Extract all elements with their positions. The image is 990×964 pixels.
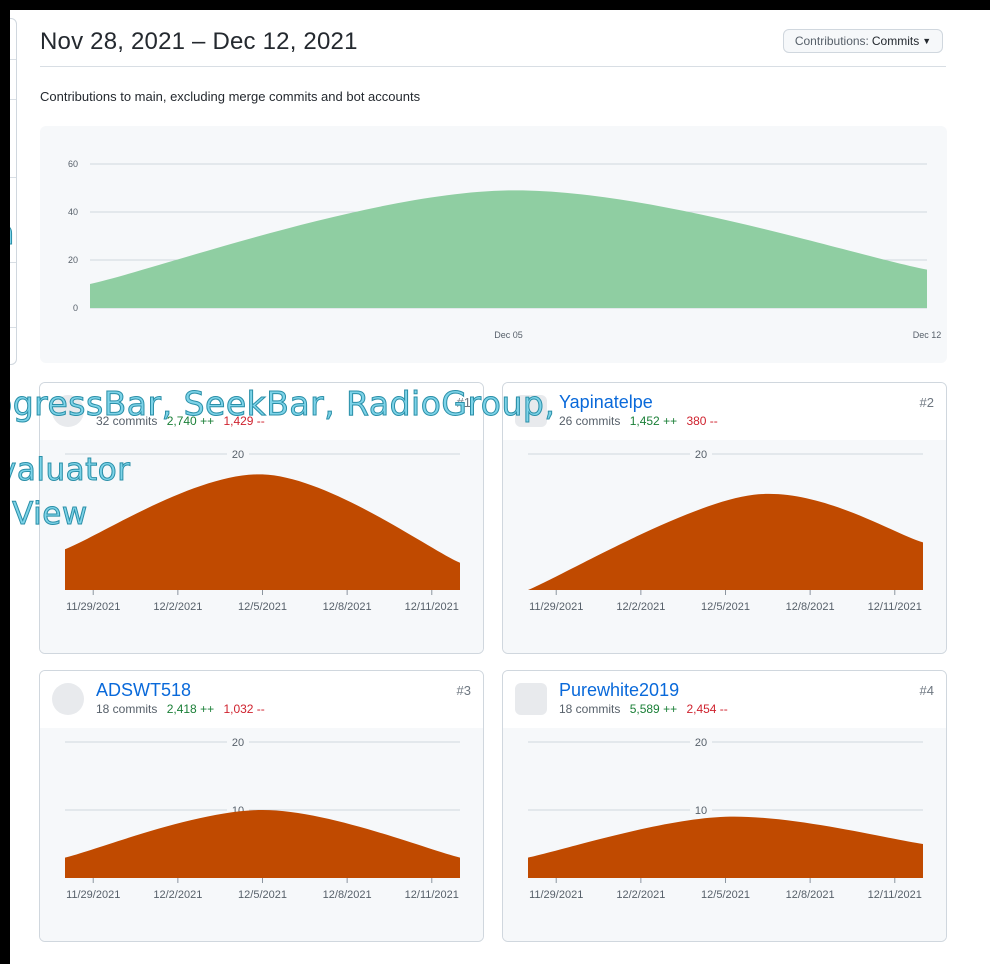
commits-area: [90, 190, 927, 308]
contributor-stats: 18 commits 2,418 ++ 1,032 --: [96, 702, 265, 716]
deletions-count: 1,429 --: [223, 414, 265, 428]
deletions-count: 1,032 --: [223, 702, 265, 716]
overall-chart-svg: 0 20 40 60 Dec 05 Dec 12: [68, 159, 942, 340]
contributor-card-header: ADSWT518 18 commits 2,418 ++ 1,032 -- #3: [40, 671, 483, 729]
y-tick-label: 60: [68, 159, 78, 169]
page-title: Nov 28, 2021 – Dec 12, 2021: [40, 28, 358, 55]
x-tick-label: 12/5/2021: [238, 889, 287, 901]
y-tick-label: 0: [73, 303, 78, 313]
commit-count[interactable]: 18 commits: [559, 702, 620, 716]
x-tick-label: 12/8/2021: [323, 889, 372, 901]
contributor-chart-svg: 10 20 11/29/2021 12/2/2021 12/5/2021 12/8/202…: [528, 735, 923, 901]
contributor-name[interactable]: Yapinatelpe: [559, 392, 653, 413]
avatar[interactable]: [515, 683, 547, 715]
contributor-chart-svg: 102011/29/2021 12/2/2021 12/5/2021 12/8/202…: [65, 735, 460, 901]
chart-subtitle: Contributions to main, excluding merge c…: [40, 89, 421, 104]
contributor-commits-area: [65, 810, 460, 878]
x-tick-label: 12/8/2021: [786, 601, 835, 613]
contributor-card-header: Yapinatelpe 26 commits 1,452 ++ 380 -- #…: [503, 383, 946, 441]
top-border: [0, 0, 990, 10]
x-tick-label: 12/2/2021: [616, 601, 665, 613]
x-tick-label: 11/29/2021: [529, 601, 583, 613]
contributor-card: Purewhite2019 18 commits 5,589 ++ 2,454 …: [502, 670, 947, 942]
x-tick-label: 12/11/2021: [868, 601, 922, 613]
x-tick-label: 12/2/2021: [616, 889, 665, 901]
rank-badge: #1: [456, 395, 471, 410]
y-tick-label: 20: [232, 737, 244, 749]
dropdown-prefix: Contributions:: [794, 34, 869, 48]
additions-count: 1,452 ++: [629, 414, 678, 428]
commit-count[interactable]: 32 commits: [96, 414, 157, 428]
rank-badge: #4: [919, 683, 934, 698]
y-tick-label: 20: [68, 255, 78, 265]
x-tick-label: 12/2/2021: [153, 601, 202, 613]
x-tick-label: 12/8/2021: [786, 889, 835, 901]
x-tick-label: Dec 05: [494, 330, 523, 340]
x-tick-label: Dec 12: [913, 330, 942, 340]
y-tick-label: 20: [695, 737, 707, 749]
left-border: [0, 0, 10, 964]
y-tick-label: 10: [695, 805, 707, 817]
contributor-commits-area: [528, 493, 923, 590]
commit-count[interactable]: 18 commits: [96, 702, 157, 716]
rank-badge: #2: [919, 395, 934, 410]
x-tick-label: 12/5/2021: [701, 889, 750, 901]
deletions-count: 2,454 --: [686, 702, 728, 716]
additions-count: 5,589 ++: [629, 702, 678, 716]
contributor-name[interactable]: Purewhite2019: [559, 680, 679, 701]
contributor-card: Yapinatelpe 26 commits 1,452 ++ 380 -- #…: [502, 382, 947, 654]
contributor-stats: 18 commits 5,589 ++ 2,454 --: [559, 702, 728, 716]
x-tick-label: 12/11/2021: [868, 889, 922, 901]
x-tick-label: 12/11/2021: [405, 889, 459, 901]
contributor-commits-area: [65, 474, 460, 590]
additions-count: 2,418 ++: [166, 702, 215, 716]
dropdown-value: Commits: [871, 34, 920, 48]
x-tick-label: 12/8/2021: [323, 601, 372, 613]
avatar[interactable]: [52, 395, 84, 427]
x-tick-label: 11/29/2021: [66, 889, 120, 901]
deletions-count: 380 --: [686, 414, 718, 428]
contributor-chart-svg: 20 11/29/2021 12/2/2021 12/5/2021 12/8/2021 1…: [528, 447, 923, 613]
x-tick-label: 12/5/2021: [238, 601, 287, 613]
x-tick-label: 11/29/2021: [529, 889, 583, 901]
avatar[interactable]: [52, 683, 84, 715]
additions-count: 2,740 ++: [166, 414, 215, 428]
x-tick-label: 12/5/2021: [701, 601, 750, 613]
contributor-name[interactable]: ADSWT518: [96, 680, 191, 701]
contributor-card-header: 32 commits 2,740 ++ 1,429 -- #1: [40, 383, 483, 441]
caret-down-icon: ▼: [922, 36, 932, 46]
x-tick-label: 12/2/2021: [153, 889, 202, 901]
commit-count[interactable]: 26 commits: [559, 414, 620, 428]
x-tick-label: 11/29/2021: [66, 601, 120, 613]
contributor-card: 32 commits 2,740 ++ 1,429 -- #1 20 11/29/…: [39, 382, 484, 654]
contributor-card: ADSWT518 18 commits 2,418 ++ 1,032 -- #3…: [39, 670, 484, 942]
header-divider: [40, 66, 946, 67]
contributor-stats: 32 commits 2,740 ++ 1,429 --: [96, 414, 265, 428]
y-tick-label: 20: [232, 449, 244, 461]
contributor-chart-svg: 20 11/29/2021 12/2/2021 12/5/2021 12/8/2021 1…: [65, 447, 460, 613]
contributor-stats: 26 commits 1,452 ++ 380 --: [559, 414, 718, 428]
x-tick-label: 12/11/2021: [405, 601, 459, 613]
rank-badge: #3: [456, 683, 471, 698]
contributor-commits-area: [528, 816, 923, 878]
contributions-dropdown[interactable]: Contributions: Commits ▼: [783, 29, 943, 53]
contributor-card-header: Purewhite2019 18 commits 5,589 ++ 2,454 …: [503, 671, 946, 729]
overall-contributions-chart: 0 20 40 60 Dec 05 Dec 12: [40, 126, 947, 363]
contributors-page: Nov 28, 2021 – Dec 12, 2021 Contribution…: [0, 0, 990, 964]
y-tick-label: 20: [695, 449, 707, 461]
avatar[interactable]: [515, 395, 547, 427]
y-tick-label: 40: [68, 207, 78, 217]
